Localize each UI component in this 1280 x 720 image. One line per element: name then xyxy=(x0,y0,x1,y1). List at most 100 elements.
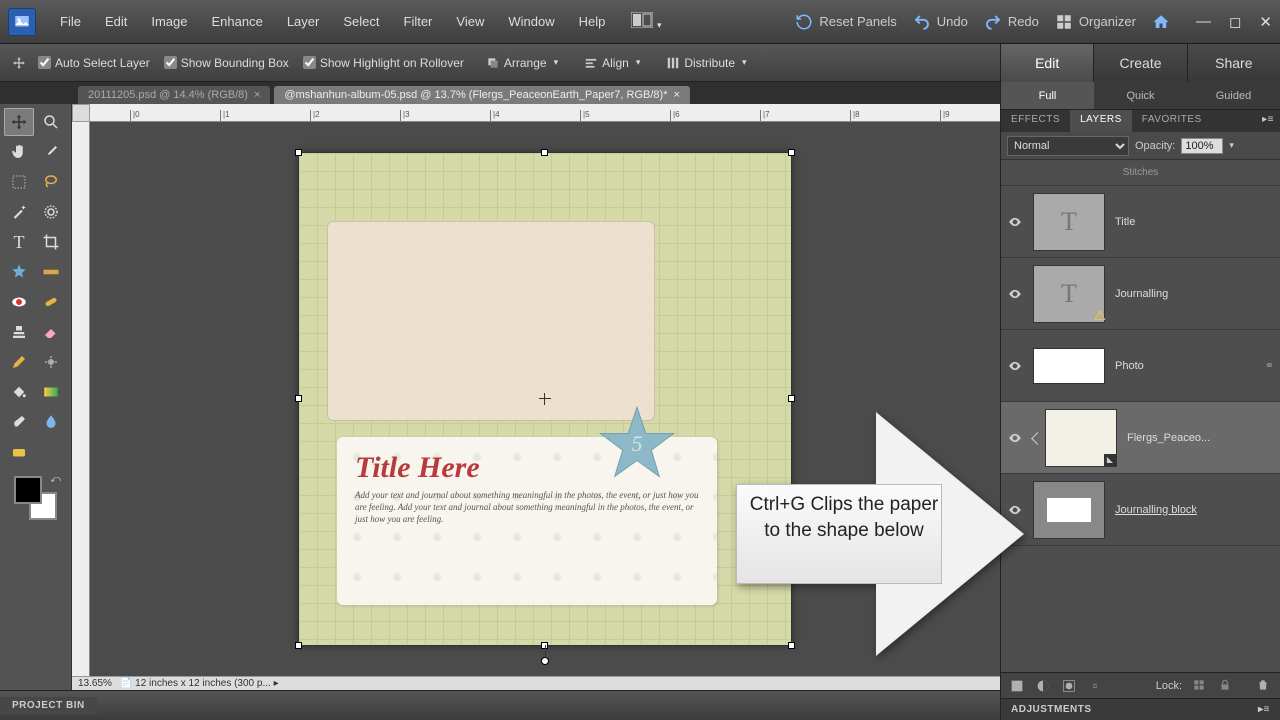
subtab-quick[interactable]: Quick xyxy=(1094,82,1187,109)
straighten-tool[interactable] xyxy=(36,258,66,286)
eraser-tool[interactable] xyxy=(36,318,66,346)
handle-ml[interactable] xyxy=(295,395,302,402)
minimize-button[interactable]: — xyxy=(1196,13,1211,31)
doc-tab-2[interactable]: @mshanhun-album-05.psd @ 13.7% (Flergs_P… xyxy=(274,86,690,104)
project-bin[interactable]: PROJECT BIN xyxy=(0,690,1000,720)
visibility-icon[interactable] xyxy=(1007,358,1023,374)
cookie-cutter-tool[interactable] xyxy=(4,258,34,286)
menu-window[interactable]: Window xyxy=(496,10,566,33)
handle-tl[interactable] xyxy=(295,149,302,156)
zoom-tool[interactable] xyxy=(36,108,66,136)
adjustments-panel-header[interactable]: ADJUSTMENTS ▸≡ xyxy=(1001,698,1280,720)
distribute-dropdown[interactable]: Distribute xyxy=(658,53,754,73)
blend-mode-select[interactable]: Normal xyxy=(1007,136,1129,156)
arrange-dropdown[interactable]: Arrange xyxy=(478,53,566,73)
layer-name[interactable]: Title xyxy=(1115,216,1274,228)
eyedropper-tool[interactable] xyxy=(36,138,66,166)
swap-colors-icon[interactable]: ⤺ xyxy=(50,474,61,485)
marquee-tool[interactable] xyxy=(4,168,34,196)
lasso-tool[interactable] xyxy=(36,168,66,196)
layer-flergs-paper[interactable]: ◣ Flergs_Peaceo... xyxy=(1001,402,1280,474)
subtab-full[interactable]: Full xyxy=(1001,82,1094,109)
auto-select-checkbox[interactable]: Auto Select Layer xyxy=(38,56,150,70)
menu-layer[interactable]: Layer xyxy=(275,10,332,33)
layer-name[interactable]: Flergs_Peaceo... xyxy=(1127,432,1274,444)
pencil-tool[interactable] xyxy=(4,348,34,376)
handle-bl[interactable] xyxy=(295,642,302,649)
layer-title[interactable]: T Title xyxy=(1001,186,1280,258)
lock-all-icon[interactable] xyxy=(1218,678,1234,694)
visibility-icon[interactable] xyxy=(1007,286,1023,302)
menu-view[interactable]: View xyxy=(444,10,496,33)
tab-share[interactable]: Share xyxy=(1187,44,1280,82)
delete-layer-icon[interactable] xyxy=(1256,678,1272,694)
close-icon[interactable]: × xyxy=(254,89,260,101)
menu-help[interactable]: Help xyxy=(567,10,618,33)
close-button[interactable]: ✕ xyxy=(1259,13,1272,31)
opacity-value[interactable]: 100% xyxy=(1181,138,1223,154)
new-layer-icon[interactable] xyxy=(1009,678,1025,694)
layer-journalling[interactable]: T⚠ Journalling xyxy=(1001,258,1280,330)
fg-color[interactable] xyxy=(14,476,42,504)
link-icon[interactable]: ⚭ xyxy=(1265,359,1274,372)
panel-menu-icon[interactable]: ▸≡ xyxy=(1258,704,1270,715)
handle-tc[interactable] xyxy=(541,149,548,156)
tab-edit[interactable]: Edit xyxy=(1000,44,1093,82)
menu-filter[interactable]: Filter xyxy=(392,10,445,33)
type-tool[interactable]: T xyxy=(4,228,34,256)
tab-create[interactable]: Create xyxy=(1093,44,1186,82)
redo-button[interactable]: Redo xyxy=(976,9,1047,35)
blur-tool[interactable] xyxy=(36,408,66,436)
lock-pixels-icon[interactable] xyxy=(1192,678,1208,694)
stamp-tool[interactable] xyxy=(4,318,34,346)
menu-edit[interactable]: Edit xyxy=(93,10,139,33)
crop-tool[interactable] xyxy=(36,228,66,256)
brush-tool[interactable] xyxy=(4,408,34,436)
reset-panels-button[interactable]: Reset Panels xyxy=(787,9,904,35)
layer-name[interactable]: Journalling xyxy=(1115,288,1274,300)
layer-mask-icon[interactable] xyxy=(1061,678,1077,694)
handle-tr[interactable] xyxy=(788,149,795,156)
document[interactable]: Title Here Add your text and journal abo… xyxy=(299,153,791,645)
quick-select-tool[interactable] xyxy=(36,198,66,226)
organizer-button[interactable]: Organizer xyxy=(1047,9,1144,35)
handle-mr[interactable] xyxy=(788,395,795,402)
ptab-favorites[interactable]: FAVORITES xyxy=(1132,110,1212,132)
home-icon[interactable] xyxy=(1144,9,1178,35)
transform-box[interactable] xyxy=(298,152,792,646)
visibility-icon[interactable] xyxy=(1007,214,1023,230)
layout-switcher-icon[interactable]: ▾ xyxy=(631,12,661,31)
bucket-tool[interactable] xyxy=(4,378,34,406)
move-tool[interactable] xyxy=(4,108,34,136)
undo-button[interactable]: Undo xyxy=(905,9,976,35)
close-icon[interactable]: × xyxy=(674,89,680,101)
smart-brush-tool[interactable] xyxy=(36,348,66,376)
color-swatches[interactable]: ⤺ xyxy=(14,476,57,520)
zoom-level[interactable]: 13.65% xyxy=(78,678,112,689)
layer-name[interactable]: Journalling block xyxy=(1115,504,1274,516)
sponge-tool[interactable] xyxy=(4,438,34,466)
subtab-guided[interactable]: Guided xyxy=(1187,82,1280,109)
menu-select[interactable]: Select xyxy=(331,10,391,33)
layer-photo[interactable]: Photo ⚭ xyxy=(1001,330,1280,402)
panel-menu-icon[interactable]: ▸≡ xyxy=(1256,110,1280,132)
layer-journalling-block[interactable]: Journalling block xyxy=(1001,474,1280,546)
doc-info[interactable]: 📄 12 inches x 12 inches (300 p... ▸ xyxy=(120,678,279,689)
doc-tab-1[interactable]: 20111205.psd @ 14.4% (RGB/8)× xyxy=(78,86,270,104)
show-highlight-checkbox[interactable]: Show Highlight on Rollover xyxy=(303,56,464,70)
menu-image[interactable]: Image xyxy=(139,10,199,33)
ptab-layers[interactable]: LAYERS xyxy=(1070,110,1132,132)
adjustment-layer-icon[interactable] xyxy=(1035,678,1051,694)
menu-file[interactable]: File xyxy=(48,10,93,33)
maximize-button[interactable]: ◻ xyxy=(1229,13,1241,31)
healing-tool[interactable] xyxy=(36,288,66,316)
gradient-tool[interactable] xyxy=(36,378,66,406)
rotate-handle[interactable] xyxy=(541,657,549,665)
ptab-effects[interactable]: EFFECTS xyxy=(1001,110,1070,132)
redeye-tool[interactable] xyxy=(4,288,34,316)
menu-enhance[interactable]: Enhance xyxy=(200,10,275,33)
link-layers-icon[interactable] xyxy=(1087,678,1103,694)
layer-stitches[interactable]: Stitches xyxy=(1001,160,1280,186)
layer-name[interactable]: Photo xyxy=(1115,360,1255,372)
hand-tool[interactable] xyxy=(4,138,34,166)
